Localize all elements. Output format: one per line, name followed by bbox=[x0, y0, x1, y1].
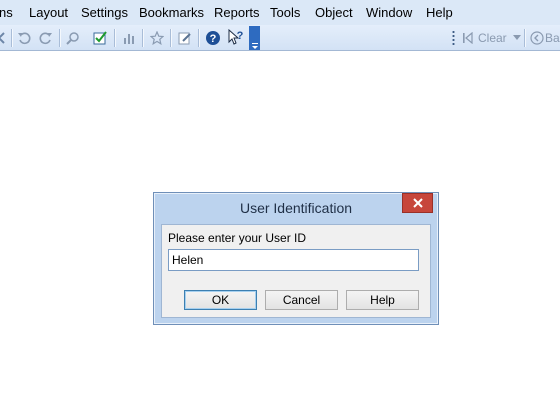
redo-icon[interactable] bbox=[37, 29, 55, 47]
menu-item-layout[interactable]: Layout bbox=[29, 5, 68, 20]
menu-item-help[interactable]: Help bbox=[426, 5, 453, 20]
help-button[interactable]: Help bbox=[346, 290, 419, 310]
menu-item-options[interactable]: ns bbox=[0, 5, 13, 20]
toolbar-separator bbox=[170, 29, 172, 47]
menu-item-window[interactable]: Window bbox=[366, 5, 412, 20]
back-button[interactable]: Ba bbox=[545, 31, 560, 45]
toolbar-separator bbox=[11, 29, 13, 47]
help-icon[interactable]: ? bbox=[204, 29, 222, 47]
user-identification-dialog: User Identification Please enter your Us… bbox=[153, 192, 439, 325]
menu-item-reports[interactable]: Reports bbox=[214, 5, 260, 20]
toolbar-grip[interactable] bbox=[452, 30, 455, 46]
clear-button[interactable]: Clear bbox=[478, 31, 507, 45]
toolbar-separator bbox=[198, 29, 200, 47]
menu-item-bookmarks[interactable]: Bookmarks bbox=[139, 5, 204, 20]
cancel-button[interactable]: Cancel bbox=[265, 290, 338, 310]
toolbar-overflow-button[interactable] bbox=[249, 26, 260, 50]
menu-item-tools[interactable]: Tools bbox=[270, 5, 300, 20]
menu-item-settings[interactable]: Settings bbox=[81, 5, 128, 20]
close-icon bbox=[412, 198, 423, 208]
search-icon[interactable] bbox=[64, 29, 82, 47]
svg-text:?: ? bbox=[237, 30, 244, 42]
toolbar-separator bbox=[114, 29, 116, 47]
clear-icon bbox=[459, 29, 477, 47]
toolbar-separator bbox=[524, 29, 526, 47]
overflow-chevron-icon bbox=[251, 43, 258, 49]
toolbar-separator bbox=[59, 29, 61, 47]
toolbar: ? ? Clear Ba bbox=[0, 25, 560, 51]
ok-button[interactable]: OK bbox=[184, 290, 257, 310]
star-icon[interactable] bbox=[148, 29, 166, 47]
dialog-title: User Identification bbox=[239, 200, 353, 216]
whats-this-icon[interactable]: ? bbox=[227, 29, 245, 47]
toolbar-separator bbox=[142, 29, 144, 47]
edit-icon[interactable] bbox=[176, 29, 194, 47]
menu-item-object[interactable]: Object bbox=[315, 5, 353, 20]
svg-text:?: ? bbox=[210, 33, 217, 45]
application-window: ns Layout Settings Bookmarks Reports Too… bbox=[0, 0, 560, 420]
menu-bar: ns Layout Settings Bookmarks Reports Too… bbox=[0, 0, 560, 25]
chart-icon[interactable] bbox=[120, 29, 138, 47]
undo-icon[interactable] bbox=[15, 29, 33, 47]
back-icon[interactable] bbox=[0, 29, 10, 47]
back-circle-icon bbox=[528, 29, 546, 47]
user-id-prompt: Please enter your User ID bbox=[168, 231, 307, 245]
user-id-input[interactable] bbox=[168, 249, 419, 271]
dialog-body: Please enter your User ID OK Cancel Help bbox=[161, 224, 431, 318]
checkbox-icon[interactable] bbox=[91, 29, 109, 47]
close-button[interactable] bbox=[402, 193, 433, 213]
